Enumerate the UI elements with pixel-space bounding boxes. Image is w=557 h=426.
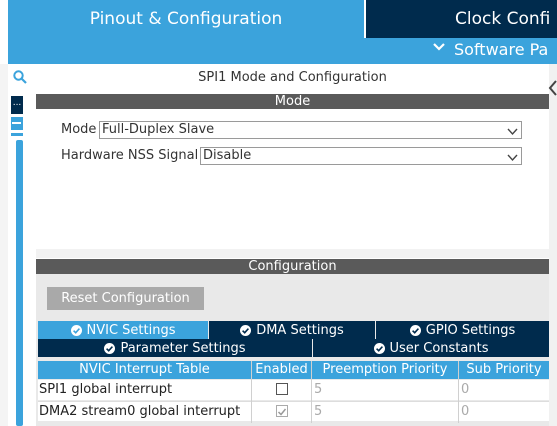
mode-select[interactable]: Full-Duplex Slave [99, 121, 522, 139]
column-header[interactable]: Enabled [252, 361, 311, 379]
enabled-checkbox[interactable] [276, 383, 288, 395]
tab-gpio-label: GPIO Settings [425, 322, 516, 338]
interrupt-name: DMA2 stream0 global interrupt [39, 404, 241, 419]
tab-clock-label: Clock Confi [455, 9, 551, 29]
chevron-down-icon [507, 125, 518, 136]
nss-select-value: Disable [203, 148, 252, 163]
software-packs-bar[interactable]: Software Pa [8, 38, 557, 64]
chevron-left-icon[interactable] [548, 79, 557, 97]
tab-gpio-settings[interactable]: GPIO Settings [376, 321, 549, 339]
check-circle-icon [240, 324, 252, 336]
tab-pinout-label: Pinout & Configuration [89, 9, 283, 29]
more-button[interactable]: ... [11, 96, 23, 114]
sidebar-scrollbar[interactable] [16, 140, 23, 426]
table-row[interactable]: SPI1 global interrupt 5 0 [38, 380, 549, 400]
sub-priority[interactable]: 0 [459, 402, 549, 422]
tab-dma-settings[interactable]: DMA Settings [209, 321, 375, 339]
interrupt-name: SPI1 global interrupt [39, 382, 173, 397]
configuration-section-header: Configuration [36, 259, 549, 274]
mode-section-header: Mode [36, 94, 549, 109]
tab-dma-label: DMA Settings [256, 322, 344, 338]
tab-parameter-label: Parameter Settings [120, 340, 246, 356]
sub-priority[interactable]: 0 [459, 380, 549, 400]
tab-clock-configuration[interactable]: Clock Confi [366, 0, 557, 38]
tab-parameter-settings[interactable]: Parameter Settings [38, 339, 312, 357]
top-tab-bar: Pinout & Configuration Clock Confi [0, 0, 557, 38]
right-scrollbar[interactable] [549, 64, 557, 426]
tab-user-constants[interactable]: User Constants [313, 339, 549, 357]
column-divider [458, 361, 459, 423]
mode-label: Mode [61, 122, 97, 137]
check-circle-icon [70, 324, 82, 336]
tab-pinout-configuration[interactable]: Pinout & Configuration [8, 0, 364, 38]
column-header[interactable]: NVIC Interrupt Table [38, 361, 251, 379]
collapse-button[interactable] [11, 133, 23, 136]
more-button-label: ... [12, 98, 22, 108]
chevron-down-icon [507, 151, 518, 162]
mode-select-value: Full-Duplex Slave [102, 122, 215, 137]
panel-title: SPI1 Mode and Configuration [198, 70, 387, 85]
chevron-down-icon [433, 41, 445, 57]
nss-select[interactable]: Disable [200, 147, 522, 165]
software-packs-label: Software Pa [454, 40, 549, 59]
check-circle-icon [409, 324, 421, 336]
reset-configuration-button[interactable]: Reset Configuration [47, 287, 204, 310]
column-header[interactable]: Preemption Priority [312, 361, 458, 379]
preemption-priority[interactable]: 5 [312, 402, 458, 422]
left-edge-strip [0, 64, 8, 426]
column-divider [251, 361, 252, 423]
preemption-priority[interactable]: 5 [312, 380, 458, 400]
column-divider [311, 361, 312, 423]
check-circle-icon [104, 342, 116, 354]
nss-label: Hardware NSS Signal [61, 148, 199, 163]
tab-user-constants-label: User Constants [389, 340, 489, 356]
enabled-checkbox[interactable] [276, 405, 288, 417]
column-header[interactable]: Sub Priority [459, 361, 549, 379]
section-divider [36, 249, 549, 258]
table-row[interactable]: DMA2 stream0 global interrupt 5 0 [38, 401, 549, 421]
search-icon[interactable] [13, 70, 27, 84]
check-circle-icon [373, 342, 385, 354]
tab-nvic-settings[interactable]: NVIC Settings [38, 321, 208, 339]
checkmark-icon [277, 408, 287, 416]
expand-button-mark [12, 122, 21, 124]
tab-nvic-label: NVIC Settings [86, 322, 176, 338]
